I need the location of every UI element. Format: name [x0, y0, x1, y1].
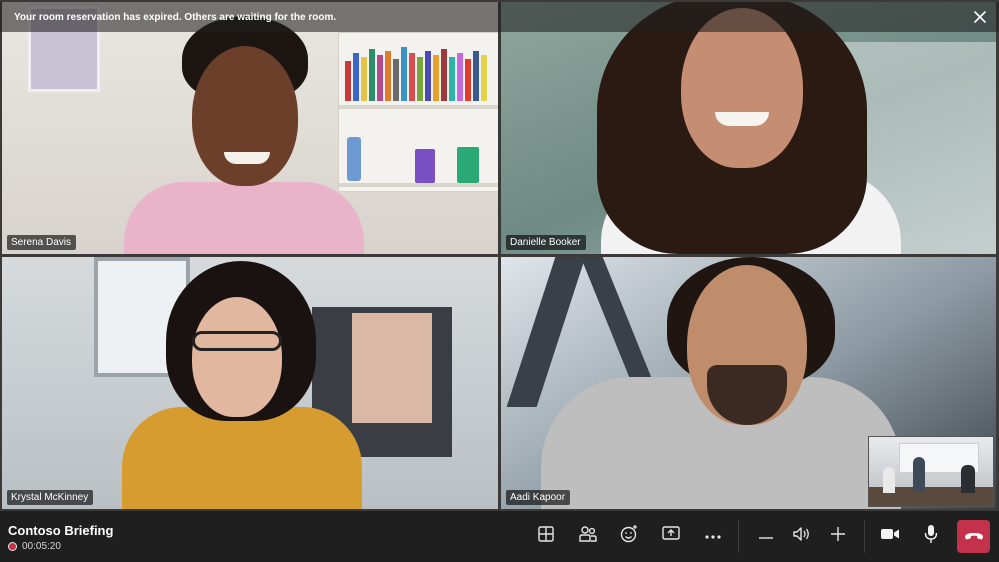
more-options-icon — [704, 527, 722, 545]
speaker-icon — [791, 525, 811, 548]
self-view-pip[interactable] — [868, 436, 994, 507]
window-frame — [506, 257, 586, 407]
blouse — [122, 407, 362, 509]
face — [192, 46, 298, 186]
meeting-title: Contoso Briefing — [8, 523, 114, 538]
shirt — [124, 182, 364, 254]
layout-button[interactable] — [531, 521, 561, 551]
recording-timer: 00:05:20 — [8, 541, 61, 552]
elapsed-time: 00:05:20 — [22, 541, 61, 552]
notification-banner: Your room reservation has expired. Other… — [0, 2, 999, 32]
smile — [224, 152, 270, 164]
bookshelf — [338, 32, 498, 192]
share-screen-button[interactable] — [656, 521, 686, 551]
volume-down-button[interactable] — [751, 521, 781, 551]
close-icon[interactable] — [971, 8, 989, 26]
video-grid: Serena Davis Danielle Booker Krystal McK… — [0, 0, 999, 511]
video-tile-serena-davis[interactable]: Serena Davis — [2, 2, 498, 254]
meeting-control-bar: Contoso Briefing 00:05:20 — [0, 511, 999, 562]
camera-button[interactable] — [875, 521, 905, 551]
microphone-button[interactable] — [916, 521, 946, 551]
reactions-button[interactable] — [614, 521, 644, 551]
control-separator — [738, 520, 739, 553]
participant-name-tag: Krystal McKinney — [7, 490, 94, 505]
participant-name-tag: Danielle Booker — [506, 235, 586, 250]
hang-up-icon — [964, 528, 984, 546]
volume-up-icon — [829, 525, 847, 548]
share-screen-icon — [661, 525, 681, 548]
video-tile-krystal-mckinney[interactable]: Krystal McKinney — [2, 257, 498, 509]
video-tile-danielle-booker[interactable]: Danielle Booker — [501, 2, 996, 254]
face — [681, 8, 803, 168]
person — [883, 467, 895, 493]
smile — [715, 112, 769, 126]
reactions-icon — [619, 524, 639, 549]
more-options-button[interactable] — [698, 521, 728, 551]
glasses — [192, 331, 282, 351]
participant-name-tag: Serena Davis — [7, 235, 77, 250]
camera-icon — [880, 527, 900, 546]
control-separator — [864, 520, 865, 553]
person — [961, 465, 975, 493]
books — [343, 43, 493, 101]
speaker-button[interactable] — [786, 521, 816, 551]
volume-up-button[interactable] — [823, 521, 853, 551]
banner-message: Your room reservation has expired. Other… — [14, 11, 337, 23]
participants-button[interactable] — [573, 521, 603, 551]
volume-down-icon — [757, 527, 775, 545]
microphone-icon — [923, 524, 939, 549]
layout-grid-icon — [537, 525, 555, 548]
participant-name-tag: Aadi Kapoor — [506, 490, 571, 505]
participants-icon — [578, 525, 598, 548]
hanging-shirt — [352, 313, 432, 423]
face — [192, 297, 282, 417]
person — [913, 457, 925, 491]
hang-up-button[interactable] — [957, 520, 990, 553]
recording-dot-icon — [8, 542, 17, 551]
